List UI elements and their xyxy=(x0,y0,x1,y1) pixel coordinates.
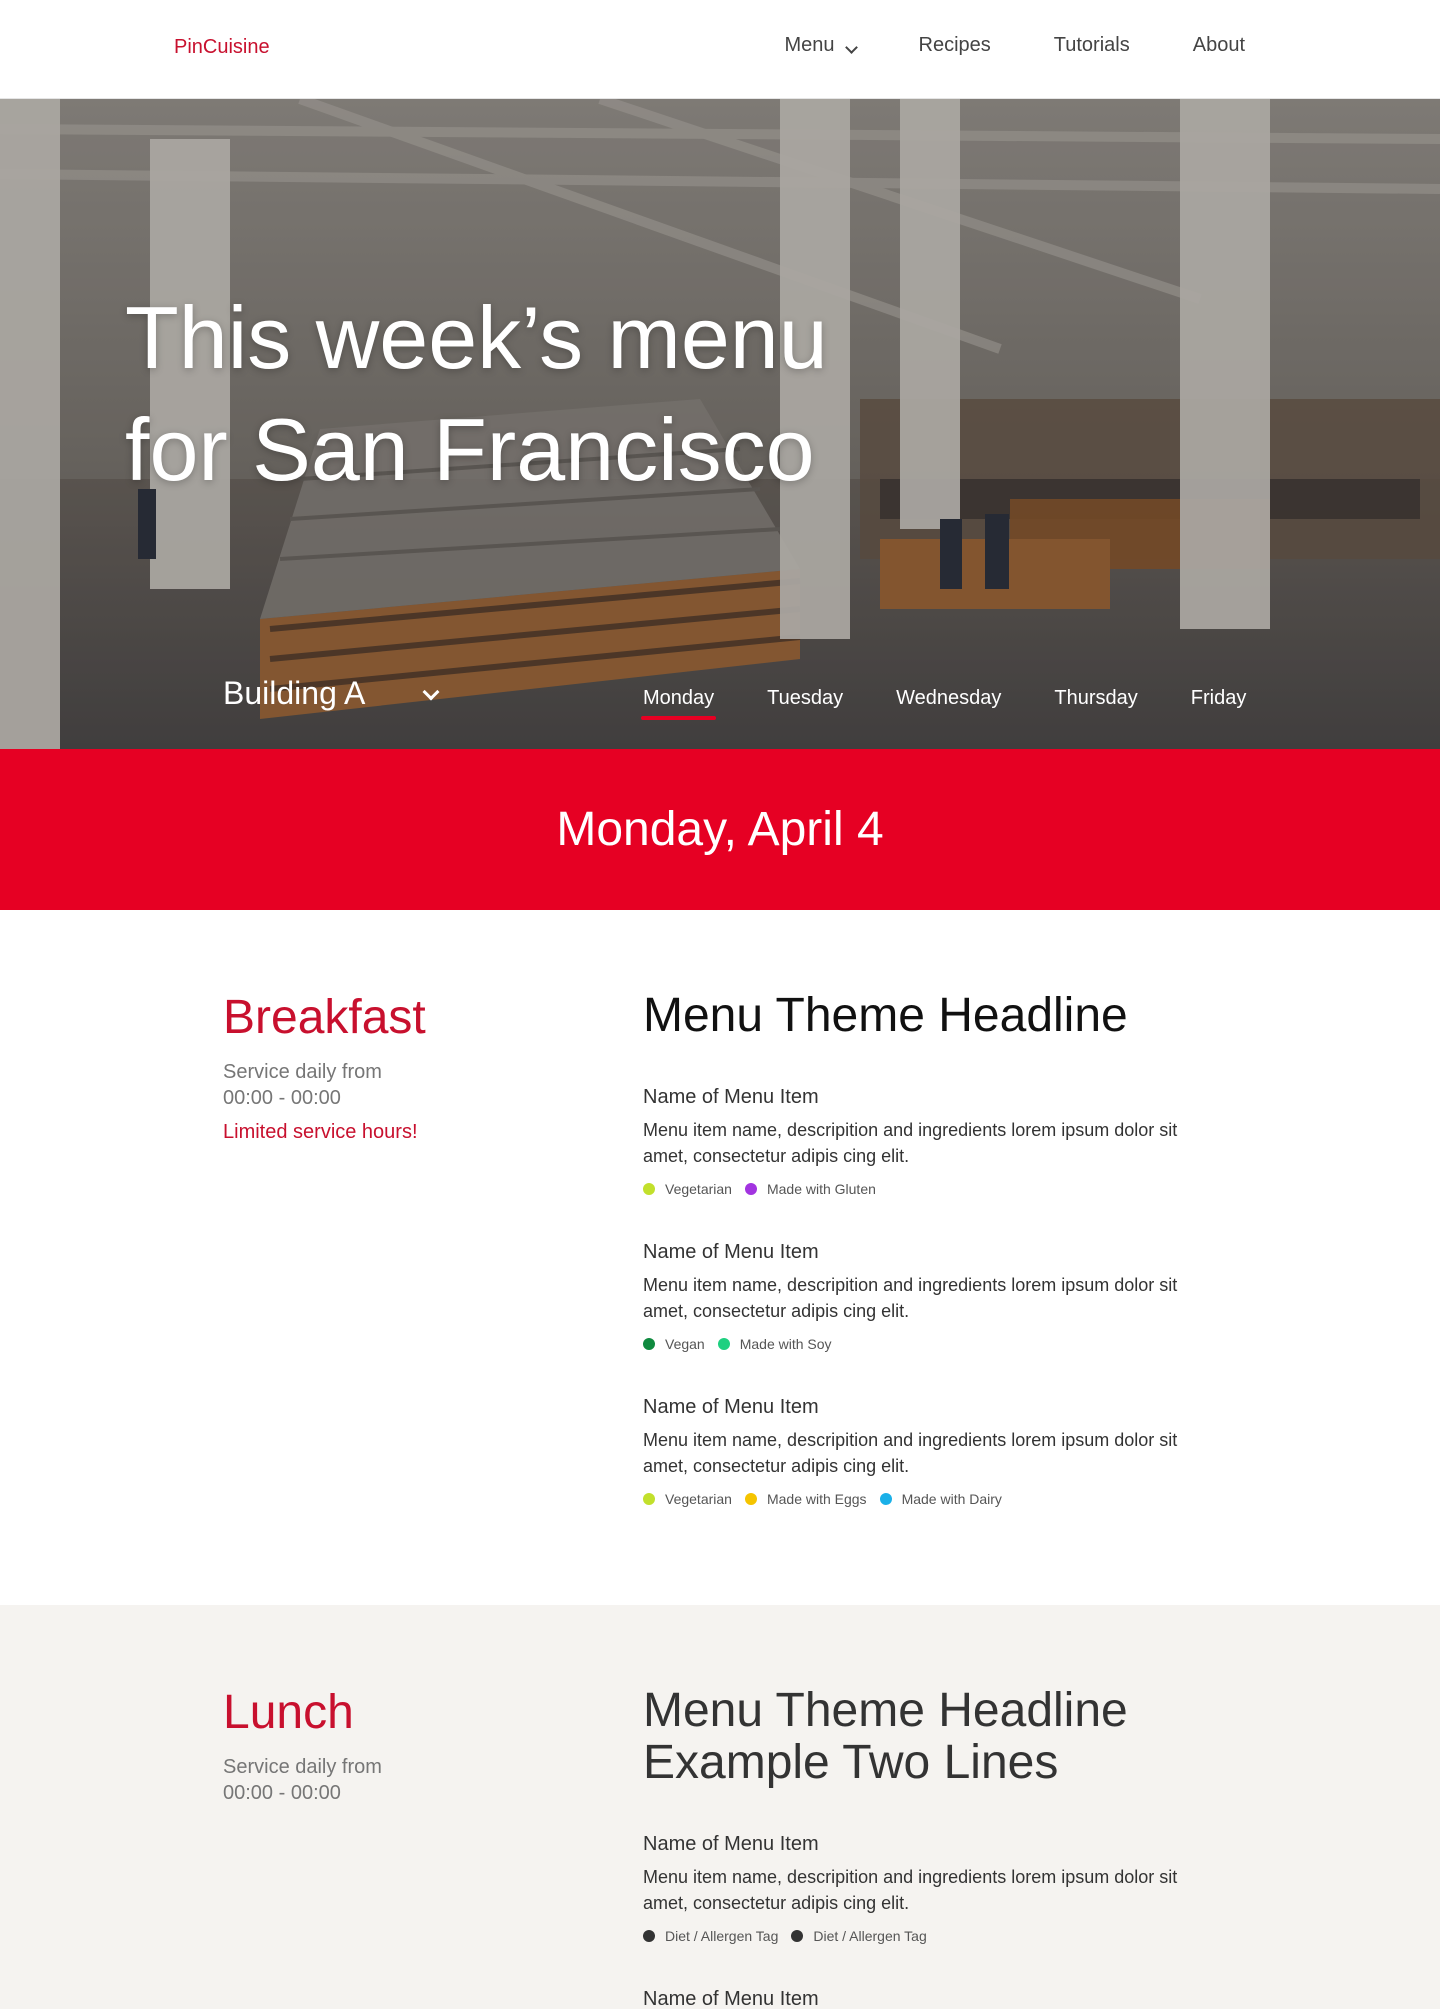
hero-title-line1: This week’s menu xyxy=(125,288,828,387)
diet-tag: Made with Soy xyxy=(717,1336,832,1352)
diet-tag: Diet / Allergen Tag xyxy=(643,1928,778,1944)
diet-tag-label: Made with Eggs xyxy=(766,1491,867,1507)
date-heading: Monday, April 4 xyxy=(556,803,884,856)
service-hours-line2: 00:00 - 00:00 xyxy=(223,1782,341,1804)
nav-recipes-link[interactable]: Recipes xyxy=(919,34,991,57)
date-banner: Monday, April 4 xyxy=(0,749,1440,910)
diet-tag-label: Vegan xyxy=(665,1336,705,1352)
tab-tuesday[interactable]: Tuesday xyxy=(767,687,843,716)
diet-dot-icon xyxy=(744,1183,757,1195)
service-notice: Limited service hours! xyxy=(223,1121,418,1143)
menu-theme-headline-line1: Menu Theme Headline xyxy=(643,1684,1128,1737)
diet-dot-icon xyxy=(744,1493,757,1505)
diet-tags: Diet / Allergen Tag Diet / Allergen Tag xyxy=(643,1928,1203,1944)
tab-thursday[interactable]: Thursday xyxy=(1054,687,1137,716)
meal-title: Breakfast xyxy=(223,991,426,1044)
diet-tag-label: Vegetarian xyxy=(665,1181,732,1197)
diet-dot-icon xyxy=(791,1930,804,1942)
menu-item-name: Name of Menu Item xyxy=(643,1396,819,1418)
diet-tag: Diet / Allergen Tag xyxy=(791,1928,927,1944)
diet-tags: Vegetarian Made with Eggs Made with Dair… xyxy=(643,1491,1203,1507)
building-selector-label: Building A xyxy=(223,675,366,711)
service-hours-line1: Service daily from xyxy=(223,1061,382,1083)
main-nav-links: Menu Recipes Tutorials About xyxy=(784,34,1245,57)
menu-item: Name of Menu Item Menu item name, descri… xyxy=(643,1833,1203,1944)
menu-theme-headline-line2: Example Two Lines xyxy=(643,1736,1059,1789)
hero-banner: This week’s menu for San Francisco Build… xyxy=(0,99,1440,749)
menu-item: Name of Menu Item Menu item name, descri… xyxy=(643,1396,1203,1507)
menu-item-description: Menu item name, descripition and ingredi… xyxy=(643,1120,1178,1166)
chevron-down-icon xyxy=(844,41,858,54)
hero-title-line2: for San Francisco xyxy=(125,400,815,499)
lunch-menu: Menu Theme Headline Example Two Lines Na… xyxy=(643,1685,1203,2009)
diet-tag: Vegan xyxy=(643,1336,705,1352)
diet-dot-icon xyxy=(643,1930,655,1942)
diet-tag: Vegetarian xyxy=(643,1491,732,1507)
breakfast-menu: Menu Theme Headline Name of Menu Item Me… xyxy=(643,990,1203,1507)
service-hours-line1: Service daily from xyxy=(223,1756,382,1778)
nav-tutorials-link[interactable]: Tutorials xyxy=(1054,34,1130,57)
menu-item-name: Name of Menu Item xyxy=(643,1833,819,1855)
chevron-down-icon xyxy=(422,683,440,700)
tab-friday[interactable]: Friday xyxy=(1191,687,1247,716)
tab-wednesday[interactable]: Wednesday xyxy=(896,687,1001,716)
diet-dot-icon xyxy=(717,1338,730,1350)
diet-tag: Vegetarian xyxy=(643,1181,732,1197)
service-hours: Service daily from 00:00 - 00:00 xyxy=(223,1059,426,1111)
day-tabs: Monday Tuesday Wednesday Thursday Friday xyxy=(640,687,1247,720)
meal-title: Lunch xyxy=(223,1686,354,1739)
menu-item-description: Menu item name, descripition and ingredi… xyxy=(643,1430,1178,1476)
tab-monday[interactable]: Monday xyxy=(640,687,717,720)
diet-tag: Made with Gluten xyxy=(744,1181,876,1197)
breakfast-section: Breakfast Service daily from 00:00 - 00:… xyxy=(0,910,1440,1605)
nav-menu-dropdown[interactable]: Menu xyxy=(784,34,858,57)
lunch-info: Lunch Service daily from 00:00 - 00:00 xyxy=(223,1685,382,1806)
diet-tag-label: Made with Dairy xyxy=(901,1491,1002,1507)
diet-dot-icon xyxy=(879,1493,892,1505)
top-navigation: PinCuisine Menu Recipes Tutorials About xyxy=(0,0,1440,99)
diet-dot-icon xyxy=(643,1183,655,1195)
diet-tag: Made with Dairy xyxy=(879,1491,1002,1507)
menu-item-name: Name of Menu Item xyxy=(643,1086,819,1108)
diet-tag-label: Made with Gluten xyxy=(766,1181,876,1197)
service-hours: Service daily from 00:00 - 00:00 xyxy=(223,1754,382,1806)
menu-theme-headline: Menu Theme Headline Example Two Lines xyxy=(643,1685,1203,1789)
nav-about-link[interactable]: About xyxy=(1193,34,1245,57)
diet-tag-label: Diet / Allergen Tag xyxy=(813,1928,927,1944)
lunch-section: Lunch Service daily from 00:00 - 00:00 M… xyxy=(0,1605,1440,2009)
menu-item: Name of Menu Item Menu item name, descri… xyxy=(643,1086,1203,1197)
service-hours-line2: 00:00 - 00:00 xyxy=(223,1087,341,1109)
nav-menu-label: Menu xyxy=(784,34,835,56)
diet-dot-icon xyxy=(643,1338,655,1350)
building-selector[interactable]: Building A xyxy=(223,675,440,712)
hero-title: This week’s menu for San Francisco xyxy=(125,282,1025,506)
diet-tag-label: Diet / Allergen Tag xyxy=(665,1928,779,1944)
diet-tags: Vegan Made with Soy xyxy=(643,1336,1203,1352)
menu-theme-headline: Menu Theme Headline xyxy=(643,989,1128,1042)
menu-item: Name of Menu Item Menu item name, descri… xyxy=(643,1241,1203,1352)
menu-item-description: Menu item name, descripition and ingredi… xyxy=(643,1867,1178,1913)
menu-item: Name of Menu Item xyxy=(643,1988,1203,2009)
breakfast-info: Breakfast Service daily from 00:00 - 00:… xyxy=(223,990,426,1144)
diet-tag-label: Made with Soy xyxy=(739,1336,832,1352)
diet-tag-label: Vegetarian xyxy=(665,1491,732,1507)
menu-item-name: Name of Menu Item xyxy=(643,1988,819,2009)
menu-item-description: Menu item name, descripition and ingredi… xyxy=(643,1275,1178,1321)
brand-logo-link[interactable]: PinCuisine xyxy=(174,36,270,59)
diet-dot-icon xyxy=(643,1493,655,1505)
diet-tags: Vegetarian Made with Gluten xyxy=(643,1181,1203,1197)
diet-tag: Made with Eggs xyxy=(744,1491,867,1507)
menu-item-name: Name of Menu Item xyxy=(643,1241,819,1263)
